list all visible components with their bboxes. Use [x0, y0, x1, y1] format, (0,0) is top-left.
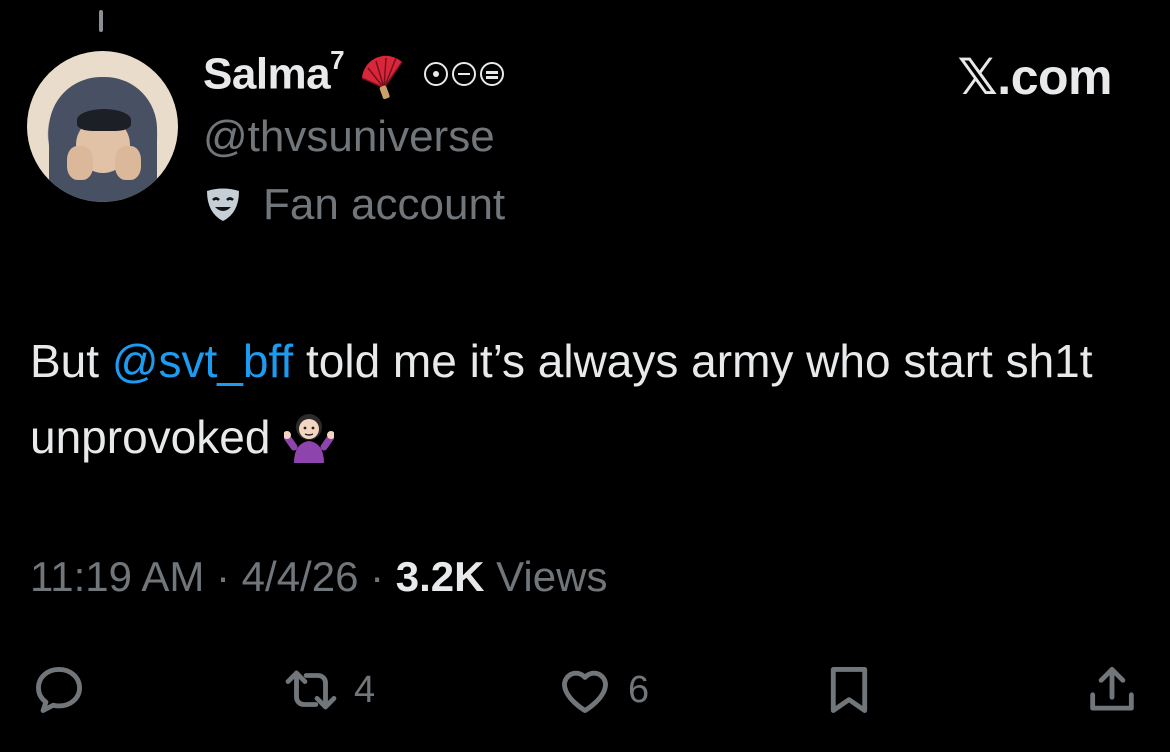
heart-icon — [562, 670, 608, 713]
account-label-text: Fan account — [263, 180, 506, 229]
retweet-icon — [285, 670, 337, 710]
circle-dot-icon — [424, 62, 449, 86]
author-handle[interactable]: @thvsuniverse — [203, 112, 495, 162]
circle-equals-icon — [480, 62, 505, 86]
bookmark-icon — [830, 667, 868, 713]
retweet-button[interactable]: 4 — [282, 650, 375, 730]
like-button[interactable]: 6 — [556, 650, 649, 730]
account-label[interactable]: Fan account — [205, 180, 505, 230]
woman-shrugging-emoji-icon — [284, 414, 335, 463]
thread-connector — [99, 10, 103, 32]
performing-arts-mask-icon — [207, 188, 239, 221]
share-button[interactable] — [1083, 650, 1155, 730]
reply-button[interactable] — [30, 650, 102, 730]
folding-fan-emoji-icon — [361, 55, 403, 100]
tweet-text: But @svt_bff told me it’s always army wh… — [30, 335, 1093, 463]
tweet-meta: 11:19 AM · 4/4/26 · 3.2K Views — [30, 553, 608, 601]
views-label: Views — [484, 553, 608, 600]
tweet-time[interactable]: 11:19 AM — [30, 553, 204, 601]
share-icon — [1090, 667, 1134, 711]
avatar[interactable] — [27, 51, 178, 202]
view-count: 3.2K — [395, 553, 485, 600]
name-symbols — [424, 62, 505, 86]
x-com-watermark: 𝕏.com — [957, 49, 1113, 105]
tweet-date[interactable]: 4/4/26 — [242, 553, 359, 601]
mention-link[interactable]: @svt_bff — [112, 335, 293, 387]
like-count: 6 — [628, 668, 650, 711]
reply-icon — [36, 667, 82, 713]
tweet-actions: 4 6 — [0, 650, 1170, 730]
retweet-count: 4 — [354, 668, 376, 711]
bookmark-button[interactable] — [820, 650, 892, 730]
author-name-row: Salma7 — [203, 44, 505, 104]
author-display-name[interactable]: Salma7 — [203, 45, 345, 100]
circle-minus-icon — [452, 62, 477, 86]
